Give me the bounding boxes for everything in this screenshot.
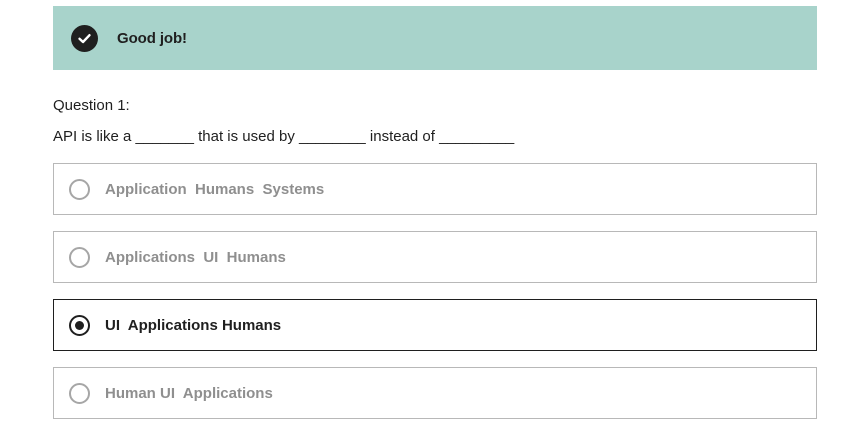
- checkmark-icon: [78, 33, 91, 43]
- quiz-page: Good job! Question 1: API is like a ____…: [0, 0, 858, 425]
- answer-option-2[interactable]: Applications UI Humans: [53, 231, 817, 283]
- question-number: Question 1:: [53, 97, 130, 114]
- answer-option-label: UI Applications Humans: [105, 316, 282, 334]
- answer-option-label: Application Humans Systems: [105, 180, 325, 198]
- radio-button-selected[interactable]: [69, 314, 90, 336]
- question-text: API is like a _______ that is used by __…: [53, 128, 515, 145]
- answer-option-3[interactable]: UI Applications Humans: [53, 299, 817, 351]
- answer-option-label: Human UI Applications: [105, 384, 273, 402]
- radio-button[interactable]: [69, 246, 90, 268]
- feedback-message: Good job!: [117, 29, 187, 47]
- check-circle-icon: [71, 24, 98, 52]
- feedback-banner: Good job!: [53, 6, 817, 70]
- radio-button[interactable]: [69, 382, 90, 404]
- radio-button[interactable]: [69, 178, 90, 200]
- answer-option-label: Applications UI Humans: [105, 248, 286, 266]
- answer-option-1[interactable]: Application Humans Systems: [53, 163, 817, 215]
- answer-option-4[interactable]: Human UI Applications: [53, 367, 817, 419]
- radio-dot: [75, 320, 84, 330]
